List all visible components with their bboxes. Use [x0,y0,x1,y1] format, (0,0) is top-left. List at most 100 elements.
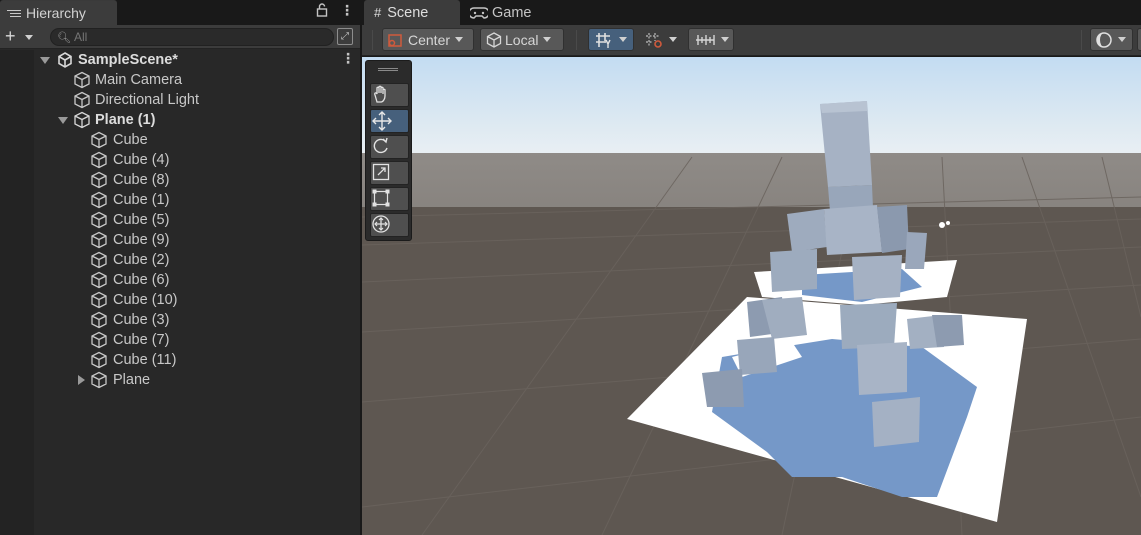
create-dropdown-button[interactable]: + [5,27,37,47]
gameobject-cube-icon [74,71,90,89]
grid-snap-icon [596,32,611,48]
scene-viewport[interactable] [362,57,1141,535]
gameobject-cube-icon [91,231,107,249]
hierarchy-item-label: Cube (10) [113,292,178,308]
tab-scene[interactable]: # Scene [364,0,460,25]
hierarchy-item-label: Main Camera [95,72,183,88]
hierarchy-item-cube[interactable]: Cube [0,130,360,150]
hierarchy-item-cube-11[interactable]: Cube (11) [0,350,360,370]
move-arrows-icon [372,111,392,131]
caret-down-icon [669,37,677,42]
hierarchy-item-cube-1[interactable]: Cube (1) [0,190,360,210]
gameobject-cube-icon [91,371,107,389]
shading-sphere-icon [1096,31,1112,48]
hierarchy-toolbar: + 🔍︎ ⤢ [0,25,360,49]
scale-tool-button[interactable] [370,161,409,185]
move-tool-button[interactable] [370,109,409,133]
hierarchy-item-label: Directional Light [95,92,199,108]
gameobject-cube-icon [91,211,107,229]
gameobject-cube-icon [91,171,107,189]
caret-down-icon [1118,37,1126,42]
hierarchy-item-cube-7[interactable]: Cube (7) [0,330,360,350]
tool-palette [365,60,412,241]
tab-scene-label: Scene [387,4,429,21]
collapse-arrow-icon[interactable] [78,375,85,385]
search-icon: 🔍︎ [57,32,71,44]
hierarchy-item-cube-6[interactable]: Cube (6) [0,270,360,290]
toolbar-separator [576,30,577,50]
rotate-tool-button[interactable] [370,135,409,159]
search-field[interactable]: 🔍︎ [50,28,334,46]
hierarchy-item-label: Plane (1) [95,112,156,128]
gameobject-cube-icon [91,271,107,289]
hierarchy-item-cube-5[interactable]: Cube (5) [0,210,360,230]
grid-icon: # [374,5,382,20]
grid-snapping-toggle[interactable] [588,28,634,51]
hierarchy-item-label: Cube (5) [113,212,170,228]
draw-mode-dropdown[interactable] [1090,28,1133,51]
pivot-rotation-label: Local [505,31,539,48]
hierarchy-item-cube-9[interactable]: Cube (9) [0,230,360,250]
caret-down-icon [543,37,552,42]
hierarchy-item-cube-2[interactable]: Cube (2) [0,250,360,270]
caret-down-icon [455,37,464,42]
search-input[interactable] [74,29,324,45]
transform-tool-button[interactable] [370,213,409,237]
caret-down-icon [619,37,627,42]
gamepad-icon [470,6,488,19]
scene-toolbar: Center Local [362,25,1141,56]
plus-icon: + [5,26,16,46]
expand-arrow-icon[interactable] [58,117,68,124]
hierarchy-item-cube-3[interactable]: Cube (3) [0,310,360,330]
hierarchy-item-cube-10[interactable]: Cube (10) [0,290,360,310]
hierarchy-item-cube-8[interactable]: Cube (8) [0,170,360,190]
ruler-icon [696,34,715,45]
expand-arrow-icon[interactable] [40,57,50,64]
pivot-rotation-dropdown[interactable]: Local [480,28,564,51]
scale-icon [372,163,390,181]
hierarchy-panel: Hierarchy ⋮ + 🔍︎ ⤢ SampleScene* ⋮ [0,0,360,535]
pivot-mode-dropdown[interactable]: Center [382,28,474,51]
hierarchy-item-label: Cube (2) [113,252,170,268]
scene-render [362,57,1141,535]
toolbar-overflow-button[interactable] [1137,28,1141,51]
scene-more-icon[interactable]: ⋮ [341,50,355,67]
pivot-center-icon [388,33,402,47]
list-icon [7,9,21,17]
tab-game[interactable]: Game [470,0,550,25]
hierarchy-item-main-camera[interactable]: Main Camera [0,70,360,90]
hierarchy-item-cube-4[interactable]: Cube (4) [0,150,360,170]
scene-name: SampleScene* [78,52,178,68]
tab-hierarchy[interactable]: Hierarchy [0,0,117,25]
gameobject-cube-icon [74,91,90,109]
grid-visibility-dropdown[interactable] [688,28,734,51]
lock-icon[interactable] [316,3,328,20]
gameobject-cube-icon [91,351,107,369]
hierarchy-item-plane-1[interactable]: Plane (1) [0,110,360,130]
scene-row[interactable]: SampleScene* ⋮ [0,50,360,70]
pivot-mode-label: Center [408,31,451,48]
gameobject-cube-icon [91,311,107,329]
hierarchy-item-plane[interactable]: Plane [0,370,360,390]
hierarchy-tree: SampleScene* ⋮ Main Camera Directional L… [0,50,360,535]
scene-panel: # Scene Game Center Local [362,0,1141,535]
rect-tool-button[interactable] [370,187,409,211]
hand-tool-button[interactable] [370,83,409,107]
unity-scene-icon [58,52,72,68]
tab-hierarchy-label: Hierarchy [26,5,86,21]
hierarchy-item-directional-light[interactable]: Directional Light [0,90,360,110]
drag-handle[interactable] [378,68,398,71]
gameobject-cube-icon [91,151,107,169]
hierarchy-item-label: Cube (4) [113,152,170,168]
hierarchy-item-label: Cube (7) [113,332,170,348]
hierarchy-item-label: Cube (8) [113,172,170,188]
search-filter-button[interactable]: ⤢ [337,28,353,45]
gameobject-cube-icon [91,251,107,269]
gameobject-cube-icon [91,291,107,309]
more-options-icon[interactable]: ⋮ [340,2,354,19]
gameobject-cube-icon [91,191,107,209]
increment-snapping-toggle[interactable] [638,28,684,51]
hierarchy-item-label: Plane [113,372,151,388]
hierarchy-tabbar: Hierarchy ⋮ [0,0,360,25]
caret-down-icon [721,37,729,42]
